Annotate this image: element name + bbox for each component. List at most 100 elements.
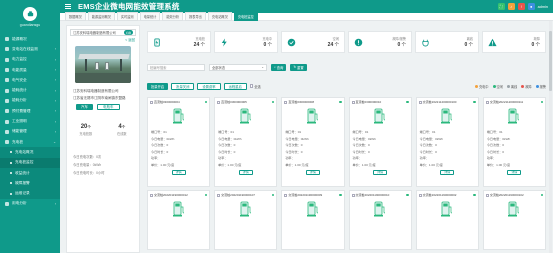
- station-selector[interactable]: 江苏安科瑞电器制造有限公司 切换: [70, 29, 136, 36]
- device-card[interactable]: 直流桩0300000004 端口号：01 今日电量：0kWh 今日次数：0 今日时长：0…: [147, 97, 211, 187]
- device-rate: 单价：1.00 元/度: [218, 162, 242, 167]
- legend-item: 空闲: [492, 84, 503, 89]
- set-rate-button[interactable]: 设置费率: [197, 82, 221, 90]
- reset-button[interactable]: ↻ 重置: [290, 63, 307, 71]
- ebike-button[interactable]: 电瓶车: [97, 104, 120, 110]
- device-port: 端口号：01: [151, 130, 167, 134]
- sidebar-item[interactable]: 充电站概况: [0, 147, 60, 158]
- device-card[interactable]: 交流桩202201190000012: [147, 190, 211, 250]
- sidebar-item[interactable]: 能耗分析 ›: [0, 96, 60, 106]
- user-icon[interactable]: ●: [527, 3, 535, 10]
- detail-button[interactable]: 详情: [171, 169, 186, 175]
- detail-button[interactable]: 详情: [507, 169, 522, 175]
- bell-icon[interactable]: ♪: [507, 3, 515, 10]
- online-count-unit: 个: [121, 125, 126, 129]
- card-checkbox[interactable]: [284, 193, 288, 197]
- device-card[interactable]: 交流桩202201190000010: [348, 190, 412, 250]
- chevron-icon: ›: [54, 88, 56, 93]
- tab[interactable]: 充电桩监控: [233, 12, 258, 21]
- sidebar-item[interactable]: 电能质量 ›: [0, 65, 60, 75]
- detail-button[interactable]: 详情: [305, 169, 320, 175]
- tab[interactable]: 能源监测概况: [87, 12, 115, 21]
- sidebar-item[interactable]: 预付费管理 ›: [0, 106, 60, 116]
- card-checkbox[interactable]: [284, 100, 288, 104]
- tab[interactable]: 电量统计: [139, 12, 161, 21]
- device-port: 端口号：01: [352, 130, 369, 134]
- charging-pile-icon: [374, 201, 386, 217]
- status-select[interactable]: 全部状态 ⌄: [209, 63, 267, 71]
- legend-label: 空闲: [496, 84, 503, 89]
- sidebar-item[interactable]: 充电桩监控: [0, 157, 60, 168]
- select-all-checkbox[interactable]: 全选: [249, 84, 261, 89]
- return-link[interactable]: < 返回: [67, 37, 135, 42]
- batch-close-button[interactable]: 批量关闭: [171, 82, 195, 90]
- sidebar-item[interactable]: 收益统计: [0, 167, 60, 179]
- device-card[interactable]: 交流桩202201190000002: [415, 190, 479, 250]
- sidebar-item-label: 运维记录: [15, 191, 30, 196]
- page-scrollbar[interactable]: [549, 21, 552, 253]
- legend-item: 报警: [535, 84, 546, 89]
- sidebar-item[interactable]: 电力监控 ›: [0, 55, 60, 65]
- device-energy: 今日电量：0kWh: [285, 136, 309, 141]
- remote-restart-button[interactable]: 远程重启: [223, 82, 247, 90]
- sidebar-item[interactable]: 变电站在线监测 ›: [0, 44, 60, 54]
- device-card[interactable]: 交流桩202211200000111 端口号：01 今日电量：0kWh 今日次数：0 今…: [482, 97, 546, 187]
- batch-open-button[interactable]: 批量开启: [147, 82, 169, 90]
- card-checkbox[interactable]: [217, 193, 221, 197]
- device-rate: 单价：1.00 元/度: [285, 162, 309, 167]
- detail-button[interactable]: 详情: [440, 169, 455, 175]
- card-checkbox[interactable]: [418, 100, 422, 104]
- tab[interactable]: 充电站概况: [207, 12, 232, 21]
- card-checkbox[interactable]: [150, 193, 153, 197]
- alarm-icon[interactable]: !: [517, 3, 525, 10]
- sidebar-item[interactable]: 充电桩 ⌄: [0, 137, 60, 147]
- pile-count-unit: 个: [87, 125, 91, 129]
- kpi-value: 24: [327, 42, 334, 48]
- card-checkbox[interactable]: [351, 100, 355, 104]
- device-port: 端口号：01: [486, 130, 503, 134]
- detail-button[interactable]: 详情: [373, 169, 388, 175]
- sidebar-item[interactable]: 能源概况: [0, 34, 60, 44]
- device-card[interactable]: 直流桩0300000005 端口号：01 今日电量：0kWh 今日次数：0 今日时长：0…: [214, 97, 278, 187]
- fullscreen-icon[interactable]: ⛶: [497, 3, 505, 10]
- tab[interactable]: 数据概况: [65, 12, 86, 21]
- card-checkbox[interactable]: [150, 100, 153, 104]
- tab-bar: 数据概况 能源监测概况 实时监测 电量统计 能效分析 报表导出 充电站概况 充电桩监控: [60, 12, 553, 21]
- card-checkbox[interactable]: [485, 193, 489, 197]
- sidebar-item[interactable]: 用电分析 ›: [0, 199, 60, 209]
- filter-row: 桩编号搜索 全部状态 ⌄ ⌕ 查询 ↻ 重置: [147, 63, 307, 71]
- menu-icon: [5, 47, 9, 52]
- sidebar-item[interactable]: 能耗统计 ›: [0, 85, 60, 95]
- sidebar-item[interactable]: 电气安全 ›: [0, 75, 60, 85]
- sidebar-item[interactable]: 工业照明 ›: [0, 116, 60, 126]
- device-card[interactable]: 交流桩202211200000100 端口号：01 今日电量：0kWh 今日次数：0 今…: [415, 97, 479, 187]
- device-card[interactable]: 交流桩202201190000102: [482, 190, 546, 250]
- card-checkbox[interactable]: [418, 193, 422, 197]
- device-power: 功率：: [285, 156, 295, 160]
- admin-label[interactable]: admin: [538, 5, 548, 9]
- search-button[interactable]: ⌕ 查询: [271, 63, 287, 71]
- switch-toggle[interactable]: 切换: [124, 30, 133, 35]
- device-card[interactable]: 直流桩0300000010 端口号：01 今日电量：0kWh 今日次数：0 今日时长：0…: [348, 97, 412, 187]
- detail-button[interactable]: 详情: [238, 169, 253, 175]
- chevron-down-icon: ⌄: [261, 65, 264, 69]
- card-checkbox[interactable]: [485, 100, 489, 104]
- device-time: 今日时长：0: [352, 149, 370, 154]
- sidebar-item[interactable]: 故障报警: [0, 178, 60, 189]
- device-card[interactable]: 直流桩0300000008 端口号：01 今日电量：0kWh 今日次数：0 今日时长：0…: [281, 97, 345, 187]
- menu-toggle-icon[interactable]: [65, 4, 75, 9]
- sidebar-item-label: 充电桩: [12, 139, 24, 144]
- device-card[interactable]: 交流桩202201190000107: [214, 190, 278, 250]
- card-checkbox[interactable]: [217, 100, 221, 104]
- tab[interactable]: 实时监测: [116, 12, 138, 21]
- search-input[interactable]: 桩编号搜索: [147, 63, 205, 71]
- tab[interactable]: 报表导出: [185, 12, 206, 21]
- tab[interactable]: 能效分析: [162, 12, 184, 21]
- kpi-value: 0: [397, 42, 401, 48]
- card-checkbox[interactable]: [351, 193, 355, 197]
- car-button[interactable]: 汽车: [76, 104, 93, 110]
- device-id: 交流桩202201190000009: [288, 193, 323, 197]
- device-card[interactable]: 交流桩202201190000009: [281, 190, 345, 250]
- sidebar-item[interactable]: 运维记录: [0, 188, 60, 199]
- sidebar-item[interactable]: 储能管理 ›: [0, 127, 60, 137]
